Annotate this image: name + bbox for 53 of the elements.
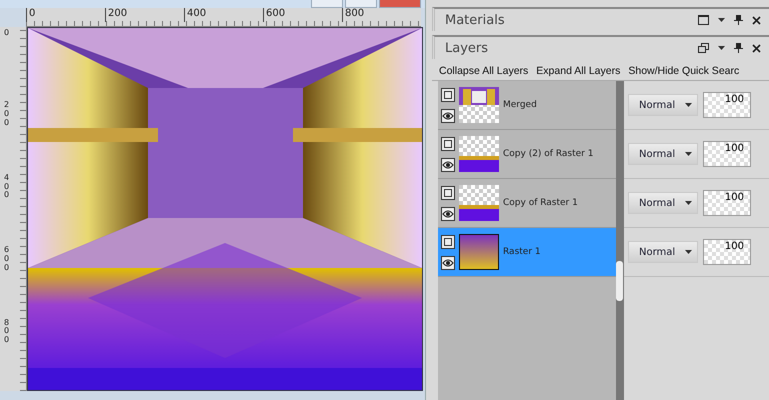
layer-thumbnail — [459, 185, 499, 221]
toolbar-button[interactable]: Collapse All Layers — [436, 65, 532, 77]
dropdown-icon[interactable] — [718, 18, 725, 22]
eye-icon[interactable] — [441, 256, 455, 270]
blend-mode-dropdown[interactable]: Normal — [628, 94, 698, 116]
scrollbar-thumb[interactable] — [616, 261, 623, 301]
toolbar-button[interactable]: Expand All Layers — [533, 65, 624, 77]
blend-mode-dropdown[interactable]: Normal — [628, 241, 698, 263]
layer-row[interactable]: Raster 1 — [438, 228, 616, 277]
layer-name: Copy of Raster 1 — [503, 198, 578, 208]
palette-title: Materials — [445, 12, 505, 28]
caret-icon — [685, 250, 692, 254]
ruler-label: 200 — [3, 101, 10, 129]
ruler-label: 800 — [342, 8, 421, 22]
caret-icon — [685, 201, 692, 205]
pin-icon[interactable] — [734, 43, 743, 53]
ruler-label: 0 — [26, 8, 105, 22]
blend-mode-dropdown[interactable]: Normal — [628, 192, 698, 214]
layer-group-icon[interactable] — [441, 88, 455, 102]
dropdown-icon[interactable] — [718, 46, 725, 50]
eye-icon[interactable] — [441, 206, 455, 220]
restore-icon[interactable] — [698, 43, 709, 53]
opacity-field[interactable]: 100 — [703, 239, 751, 265]
ruler-label: 200 — [105, 8, 184, 22]
eye-icon[interactable] — [441, 158, 455, 172]
close-icon[interactable] — [752, 44, 761, 52]
opacity-field[interactable]: 100 — [703, 141, 751, 167]
ruler-label: 0 — [3, 29, 10, 39]
ruler-label: 400 — [184, 8, 263, 22]
window-icon[interactable] — [698, 15, 709, 25]
caret-icon — [685, 152, 692, 156]
ruler-label: 600 — [263, 8, 342, 22]
eye-icon[interactable] — [441, 108, 455, 122]
caret-icon — [685, 103, 692, 107]
blend-mode-dropdown[interactable]: Normal — [628, 143, 698, 165]
layer-group-icon[interactable] — [441, 136, 455, 150]
layer-name: Merged — [503, 100, 537, 110]
layer-name: Raster 1 — [503, 247, 541, 257]
palette-title: Layers — [445, 40, 488, 56]
opacity-field[interactable]: 100 — [703, 190, 751, 216]
toolbar-button[interactable]: Show/Hide Quick Searc — [625, 65, 742, 77]
ruler-label: 600 — [3, 246, 10, 274]
layer-group-icon[interactable] — [441, 186, 455, 200]
ruler-label: 800 — [3, 318, 10, 346]
pin-icon[interactable] — [734, 15, 743, 25]
ruler-label: 400 — [3, 174, 10, 202]
layer-name: Copy (2) of Raster 1 — [503, 149, 594, 159]
layer-thumbnail — [459, 234, 499, 270]
close-icon[interactable] — [752, 16, 761, 24]
layer-thumbnail — [459, 87, 499, 123]
layer-group-icon[interactable] — [441, 234, 455, 248]
layer-thumbnail — [459, 136, 499, 172]
opacity-field[interactable]: 100 — [703, 92, 751, 118]
